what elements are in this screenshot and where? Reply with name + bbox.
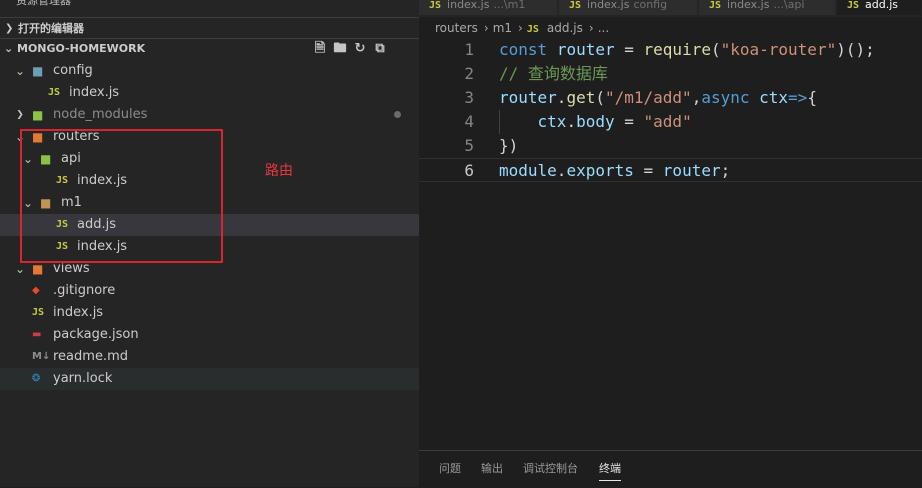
explorer-sidebar: 资源管理器 ❯ 打开的编辑器 ⌄ MONGO-HOMEWORK 🗎 🖿 ↻ ⧉ ⌄ ■ c…	[0, 0, 419, 487]
tree-item[interactable]: ❯ ■ node_modules	[0, 104, 419, 126]
tree-item-label: index.js	[69, 85, 120, 100]
json-file-icon: ▬	[32, 329, 42, 340]
new-folder-icon[interactable]: 🖿	[330, 38, 350, 60]
tree-item[interactable]: JS index.js	[0, 82, 419, 104]
js-file-icon: JS	[32, 307, 45, 318]
chevron-down-icon: ⌄	[4, 42, 14, 55]
breadcrumb-item[interactable]: add.js	[547, 21, 583, 35]
breadcrumb-item[interactable]: m1	[493, 21, 512, 35]
line-number: 5	[464, 136, 474, 155]
panel-tab[interactable]: 输出	[481, 451, 503, 487]
explorer-title: 资源管理器	[16, 0, 71, 7]
breadcrumb-separator: ›	[518, 21, 523, 35]
code-text: ctx.body = "add"	[537, 112, 692, 131]
panel-tab[interactable]: 调试控制台	[523, 451, 578, 487]
line-number: 1	[464, 40, 474, 59]
ignored-dot-icon	[394, 111, 401, 118]
tab-label: add.js	[865, 0, 899, 11]
line-number: 3	[464, 88, 474, 107]
js-file-icon: JS	[569, 0, 582, 11]
code-text: // 查询数据库	[499, 64, 608, 83]
folder-open-icon: ■	[32, 64, 44, 78]
tab-hint: config	[633, 0, 668, 11]
js-file-icon: JS	[847, 0, 860, 11]
code-text: router.get("/m1/add",async ctx=>{	[499, 88, 817, 107]
annotation-box	[20, 129, 223, 263]
bottom-panel: 问题 输出 调试控制台 终端	[419, 450, 922, 488]
tree-item-label: package.json	[53, 327, 139, 342]
new-file-icon[interactable]: 🗎	[310, 38, 330, 60]
panel-tab[interactable]: 问题	[439, 451, 461, 487]
tree-item[interactable]: ❂ yarn.lock	[0, 368, 419, 390]
tree-item[interactable]: ▬ package.json	[0, 324, 419, 346]
tree-item-label: .gitignore	[53, 283, 116, 298]
tab-hint: ...\m1	[493, 0, 526, 11]
editor-tab[interactable]: JS index.js ...\m1	[419, 0, 558, 15]
code-line[interactable]: 1 const router = require("koa-router")();	[419, 38, 922, 62]
chevron-right-icon: ❯	[16, 110, 24, 120]
tree-item-label: index.js	[53, 305, 104, 320]
breadcrumb-separator: ›	[483, 21, 489, 35]
tree-item[interactable]: JS index.js	[0, 302, 419, 324]
line-number: 6	[464, 161, 474, 180]
code-line[interactable]: 4 ctx.body = "add"	[419, 110, 922, 134]
code-text: const router = require("koa-router")();	[499, 40, 875, 59]
markdown-file-icon: M↓	[32, 351, 51, 362]
tree-item[interactable]: M↓ readme.md	[0, 346, 419, 368]
editor-tab[interactable]: JS index.js config	[559, 0, 698, 15]
breadcrumb: routers › m1 › JS add.js ›...	[419, 17, 922, 39]
tab-hint: ...\api	[773, 0, 805, 11]
editor-tabs: JS index.js ...\m1 JS index.js config JS index.…	[419, 0, 922, 17]
js-file-icon: JS	[429, 0, 442, 11]
line-number: 2	[464, 64, 474, 83]
code-line[interactable]: 5})	[419, 134, 922, 158]
code-line[interactable]: 6 module.exports = router;	[419, 158, 922, 182]
tab-label: index.js	[727, 0, 770, 11]
tab-label: index.js	[447, 0, 490, 11]
chevron-right-icon: ❯	[5, 23, 14, 34]
open-editors-label: 打开的编辑器	[18, 22, 84, 35]
project-label: MONGO-HOMEWORK	[17, 42, 146, 55]
indent-guide	[499, 110, 500, 134]
collapse-all-icon[interactable]: ⧉	[370, 38, 390, 60]
code-text: })	[499, 136, 519, 155]
project-header[interactable]: ⌄ MONGO-HOMEWORK 🗎 🖿 ↻ ⧉	[0, 38, 419, 60]
breadcrumb-item[interactable]: ...	[598, 21, 609, 35]
breadcrumb-separator: ›	[588, 21, 594, 35]
line-number: 4	[464, 112, 474, 131]
tree-item[interactable]: ◆ .gitignore	[0, 280, 419, 302]
panel-tab[interactable]: 终端	[599, 451, 621, 487]
git-file-icon: ◆	[32, 285, 40, 296]
js-file-icon: JS	[48, 87, 61, 98]
tree-item-label: yarn.lock	[53, 371, 113, 386]
js-file-icon: JS	[709, 0, 722, 11]
tree-item-label: readme.md	[53, 349, 128, 364]
code-text: module.exports = router;	[499, 161, 731, 180]
open-editors-header[interactable]: ❯ 打开的编辑器	[0, 17, 419, 39]
breadcrumb-item[interactable]: routers	[435, 21, 478, 35]
folder-icon: ■	[32, 108, 44, 122]
code-line[interactable]: 2 // 查询数据库	[419, 62, 922, 86]
yarn-file-icon: ❂	[32, 373, 41, 384]
annotation-label: 路由	[265, 163, 293, 179]
tree-item[interactable]: ⌄ ■ config	[0, 60, 419, 82]
code-line[interactable]: 3 router.get("/m1/add",async ctx=>{	[419, 86, 922, 110]
editor-tab[interactable]: JS add.js	[837, 0, 922, 15]
chevron-down-icon: ⌄	[14, 64, 26, 78]
editor-tab[interactable]: JS index.js ...\api	[699, 0, 836, 15]
tab-label: index.js	[587, 0, 630, 11]
tree-item-label: config	[53, 63, 93, 78]
refresh-icon[interactable]: ↻	[350, 38, 370, 60]
js-file-icon: JS	[526, 24, 545, 35]
tree-item-label: node_modules	[53, 107, 148, 122]
